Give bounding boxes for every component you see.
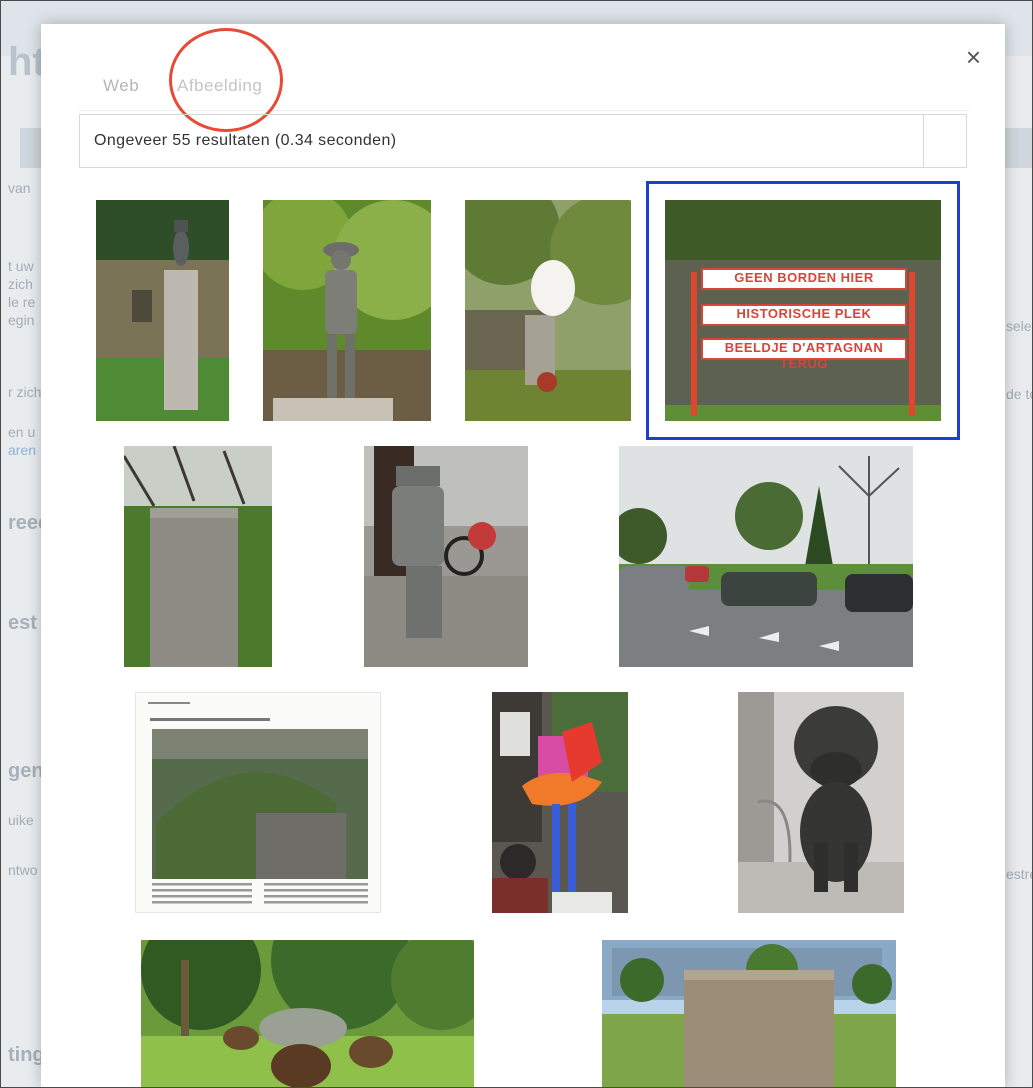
image-statue-pillar bbox=[96, 200, 229, 421]
image-urinal-sculpture bbox=[465, 200, 631, 421]
background-link: aren bbox=[8, 442, 37, 458]
image-granite-pedestal bbox=[124, 446, 272, 667]
background-text: ntwo bbox=[8, 862, 38, 878]
image-dog-statue bbox=[738, 692, 904, 913]
sign-line: GEEN BORDEN HIER bbox=[701, 268, 907, 290]
image-result-dog-statue[interactable] bbox=[738, 692, 904, 913]
image-result-granite-pedestal[interactable] bbox=[124, 446, 272, 667]
background-text: de to bbox=[1006, 386, 1033, 402]
background-text: uike bbox=[8, 812, 34, 828]
tab-afbeelding[interactable]: Afbeelding bbox=[177, 76, 262, 96]
close-icon[interactable]: × bbox=[966, 44, 981, 70]
background-text: en u bbox=[8, 424, 36, 440]
image-result-colourful-sculpture[interactable] bbox=[492, 692, 628, 913]
image-result-statue-pillar[interactable] bbox=[96, 200, 229, 421]
background-text: r zich bbox=[8, 384, 42, 400]
image-result-stone-block[interactable] bbox=[602, 940, 896, 1088]
image-result-urinal-sculpture[interactable] bbox=[465, 200, 631, 421]
background-heading-fragment: est bbox=[8, 612, 37, 634]
image-result-sign-board[interactable]: GEEN BORDEN HIER HISTORISCHE PLEK BEELDJ… bbox=[646, 181, 960, 440]
image-musketeer-statue bbox=[263, 200, 431, 421]
background-heading-fragment: ting bbox=[8, 1044, 45, 1066]
background-text: egin bbox=[8, 312, 35, 328]
image-metal-figure-bike bbox=[364, 446, 528, 667]
image-park-sculptures bbox=[141, 940, 474, 1088]
results-count: Ongeveer 55 resultaten (0.34 seconden) bbox=[94, 132, 397, 149]
background-text: sele bbox=[1006, 318, 1032, 334]
sign-post-left bbox=[691, 272, 697, 416]
image-result-metal-figure-bike[interactable] bbox=[364, 446, 528, 667]
image-result-musketeer-statue[interactable] bbox=[263, 200, 431, 421]
image-result-street-cars[interactable] bbox=[619, 446, 913, 667]
background-text: van bbox=[8, 180, 31, 196]
background-text: t uw bbox=[8, 258, 34, 274]
background-text: le re bbox=[8, 294, 36, 310]
results-bar-end bbox=[923, 115, 966, 167]
sign-line: BEELDJE D'ARTAGNAN TERUG bbox=[701, 338, 907, 371]
background-heading-fragment: gen bbox=[8, 760, 44, 782]
results-bar: Ongeveer 55 resultaten (0.34 seconden) bbox=[79, 114, 967, 168]
sign-line: HISTORISCHE PLEK bbox=[701, 304, 907, 326]
image-newspaper-clipping bbox=[148, 702, 368, 904]
image-street-cars bbox=[619, 446, 913, 667]
tab-web[interactable]: Web bbox=[103, 76, 139, 96]
background-text: estre bbox=[1006, 866, 1033, 882]
image-colourful-sculpture bbox=[492, 692, 628, 913]
tab-bar: Web Afbeelding bbox=[79, 70, 969, 111]
image-search-modal: × Web Afbeelding Ongeveer 55 resultaten … bbox=[41, 24, 1005, 1088]
sign-post-right bbox=[909, 272, 915, 416]
image-result-newspaper-clipping[interactable] bbox=[135, 692, 381, 913]
image-stone-block bbox=[602, 940, 896, 1088]
image-result-park-sculptures[interactable] bbox=[141, 940, 474, 1088]
background-text: zich bbox=[8, 276, 33, 292]
